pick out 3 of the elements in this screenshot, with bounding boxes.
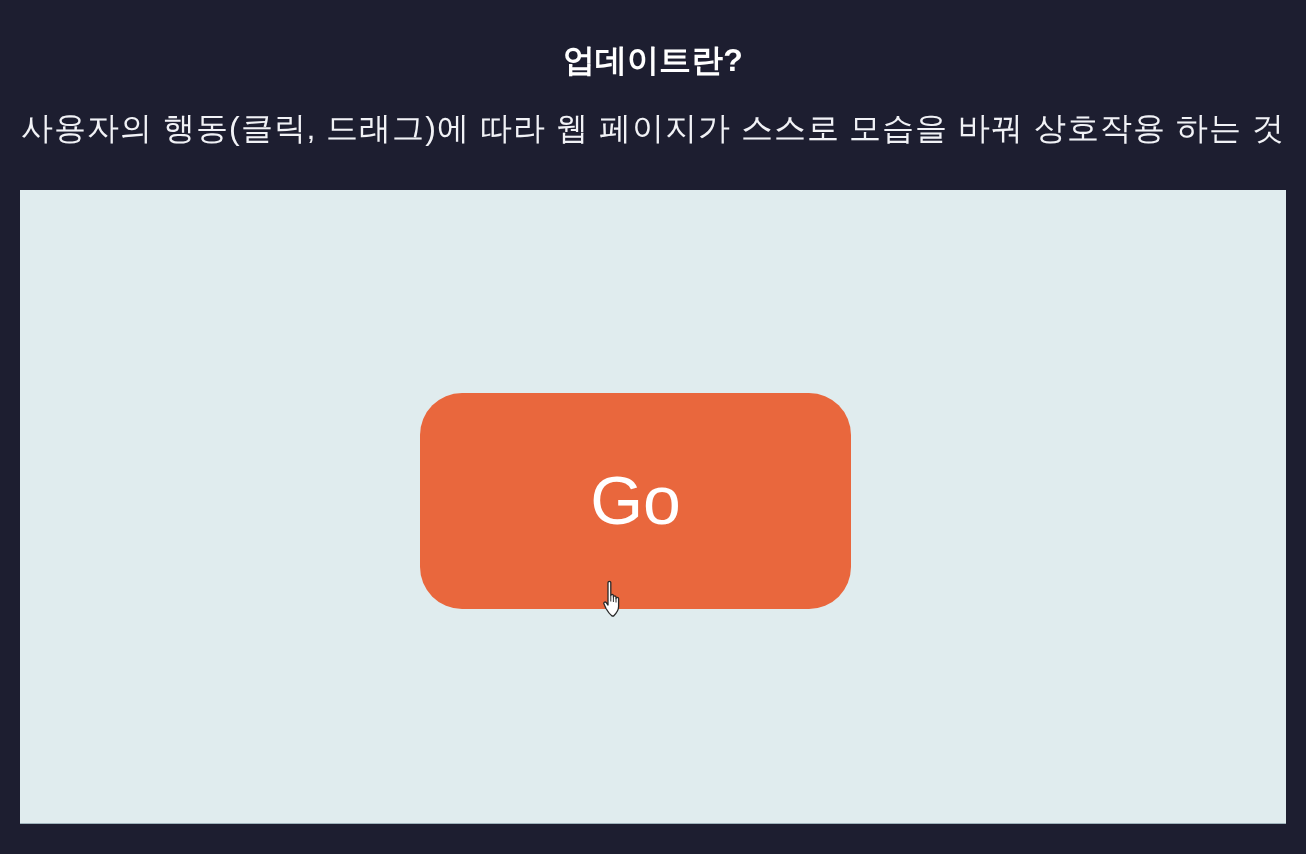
slide-subtitle: 사용자의 행동(클릭, 드래그)에 따라 웹 페이지가 스스로 모습을 바꿔 상호작용 하는 것 [21,109,1285,148]
slide-title: 업데이트란? [563,41,743,80]
go-button[interactable]: Go [420,393,851,609]
